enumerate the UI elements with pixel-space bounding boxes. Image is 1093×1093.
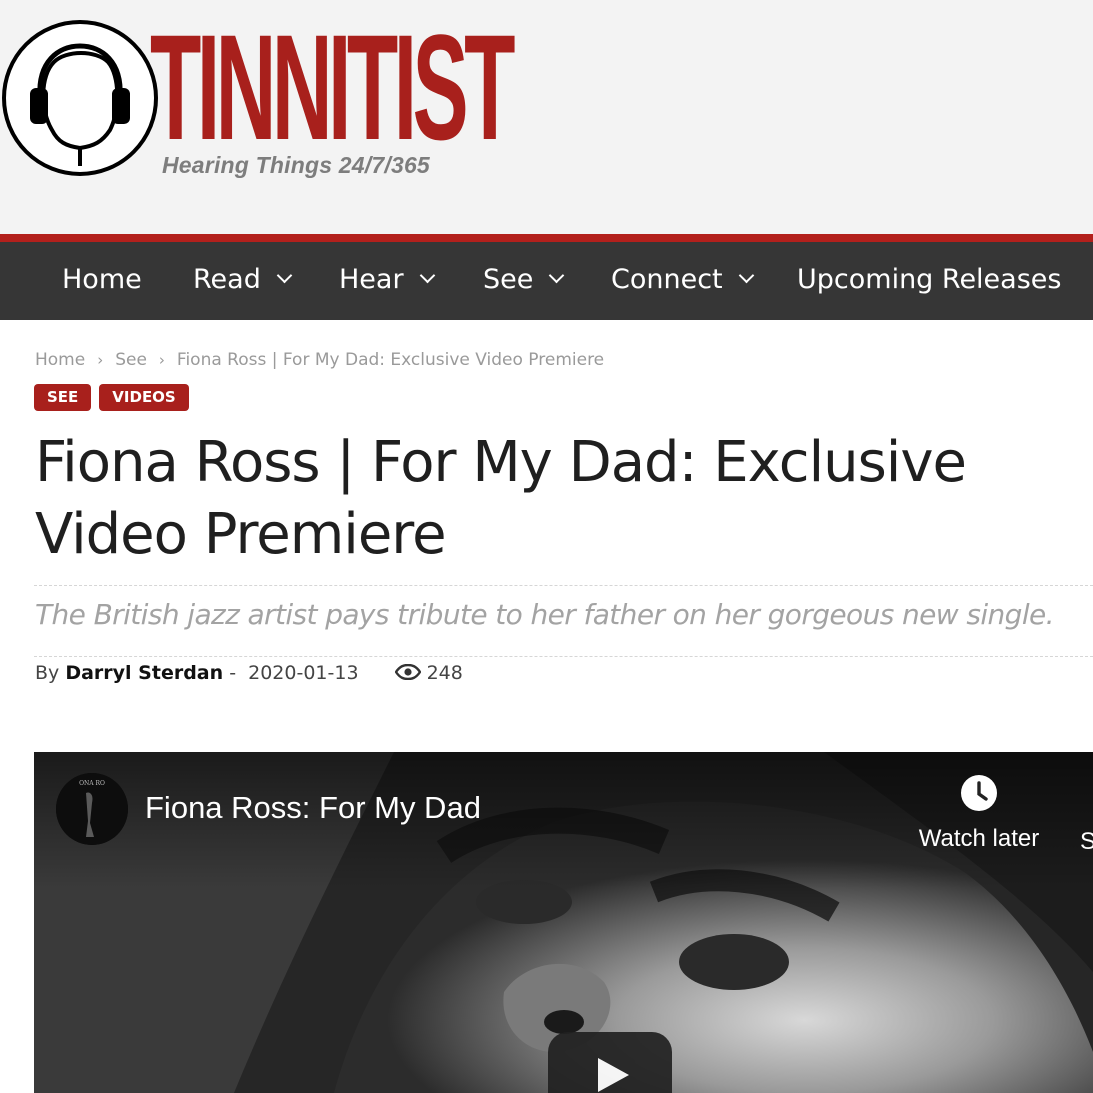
date-separator: - — [229, 662, 237, 684]
author-link[interactable]: Darryl Sterdan — [65, 662, 223, 684]
breadcrumb-see[interactable]: See — [115, 350, 147, 370]
nav-item-hear[interactable]: Hear — [339, 242, 435, 320]
nav-item-label: Read — [193, 264, 261, 295]
video-title[interactable]: Fiona Ross: For My Dad — [145, 790, 481, 826]
tag-see[interactable]: SEE — [34, 384, 92, 411]
chevron-down-icon — [276, 267, 293, 284]
divider — [34, 585, 1093, 586]
logo-tagline: Hearing Things 24/7/365 — [162, 152, 430, 178]
article-subtitle: The British jazz artist pays tribute to … — [35, 598, 1055, 631]
nav-item-read[interactable]: Read — [193, 242, 293, 320]
nav-item-home[interactable]: Home — [62, 242, 142, 320]
chevron-down-icon — [738, 267, 754, 284]
channel-avatar[interactable]: ONA RO — [56, 773, 128, 845]
nav-accent-bar — [0, 234, 1093, 242]
nav-item-label: Home — [62, 264, 142, 295]
headphones-logo-icon — [2, 20, 158, 176]
channel-avatar-image: ONA RO — [56, 773, 128, 845]
nav-item-label: Upcoming Releases — [797, 264, 1062, 295]
share-button-partial[interactable]: S — [1080, 828, 1093, 856]
main-nav: Home Read Hear See Connect Upcoming Rele… — [0, 242, 1093, 320]
watch-later-label: Watch later — [918, 825, 1040, 852]
play-icon — [598, 1058, 629, 1092]
breadcrumb: Home › See › Fiona Ross | For My Dad: Exclus… — [35, 350, 604, 374]
play-button[interactable] — [548, 1032, 672, 1093]
breadcrumb-separator: › — [158, 351, 165, 369]
eye-icon — [394, 663, 421, 680]
avatar-text: ONA RO — [79, 780, 105, 787]
breadcrumb-home[interactable]: Home — [35, 350, 85, 370]
nav-item-upcoming-releases[interactable]: Upcoming Releases — [797, 242, 1061, 320]
clock-icon — [961, 775, 997, 811]
by-prefix: By — [35, 662, 60, 684]
video-embed[interactable]: ONA RO Fiona Ross: For My Dad Watch late… — [34, 752, 1093, 1093]
breadcrumb-separator: › — [97, 351, 104, 369]
tag-videos[interactable]: VIDEOS — [99, 384, 189, 411]
publish-date: 2020-01-13 — [248, 662, 359, 684]
nav-item-label: Hear — [339, 264, 404, 295]
view-count: 248 — [426, 662, 463, 684]
nav-item-label: Connect — [611, 264, 723, 295]
breadcrumb-current[interactable]: Fiona Ross | For My Dad: Exclusive Video… — [177, 350, 604, 370]
article-title: Fiona Ross | For My Dad: Exclusive Video… — [35, 430, 967, 567]
category-tags: SEE VIDEOS — [34, 384, 197, 411]
site-logo[interactable]: TINNITIST Hearing Things 24/7/365 — [0, 12, 515, 183]
nav-item-connect[interactable]: Connect — [611, 242, 754, 320]
site-header: TINNITIST Hearing Things 24/7/365 — [0, 0, 1093, 234]
divider — [34, 656, 1093, 657]
logo-wordmark: TINNITIST — [150, 3, 515, 171]
nav-item-label: See — [483, 264, 534, 295]
chevron-down-icon — [549, 267, 565, 284]
chevron-down-icon — [419, 267, 435, 284]
watch-later-button[interactable]: Watch later — [914, 774, 1044, 853]
article-meta: By Darryl Sterdan - 2020-01-13 248 — [35, 662, 463, 688]
nav-item-see[interactable]: See — [483, 242, 565, 320]
